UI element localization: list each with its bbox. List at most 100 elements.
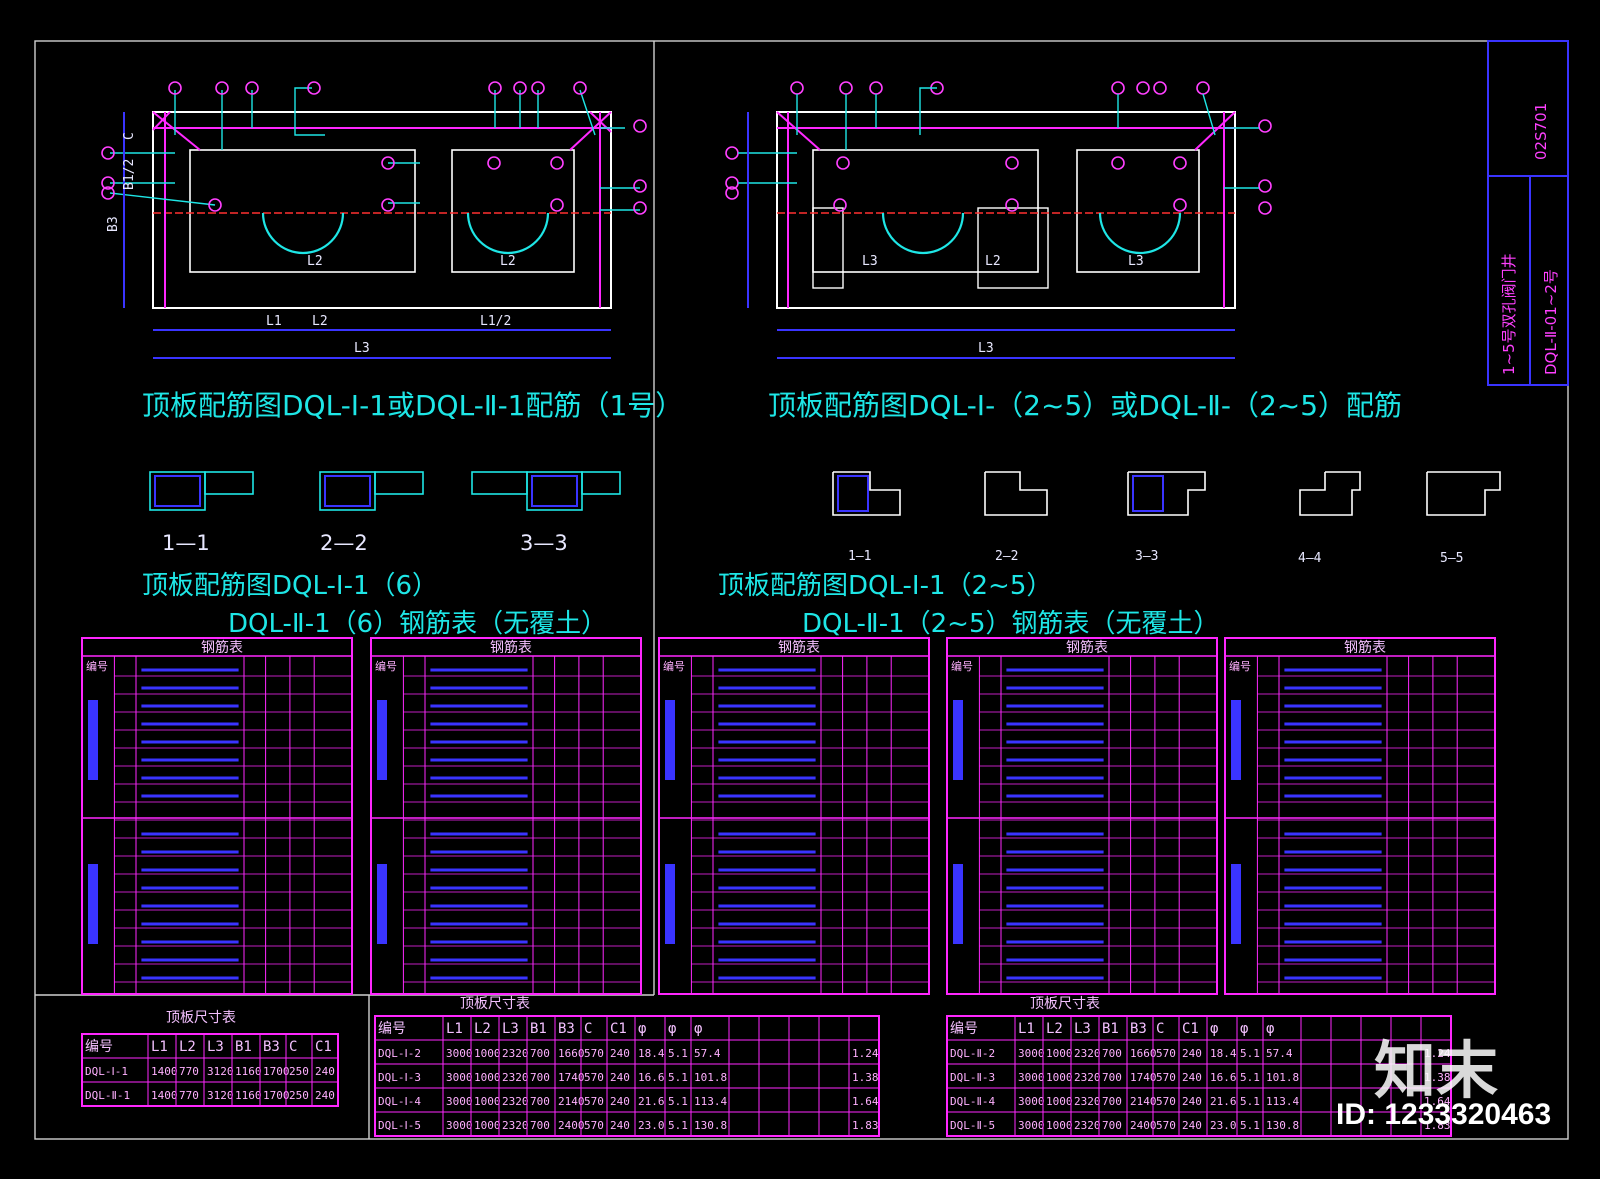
dim-table-cell: 250 [289, 1089, 309, 1102]
dim-table-cell: DQL-Ⅱ-4 [950, 1095, 996, 1108]
dim-table-cell: 1000 [1046, 1071, 1073, 1084]
dim-table-cell: 1160 [235, 1089, 262, 1102]
dim-table-cell: 16.6 [1210, 1071, 1237, 1084]
dim-table-cell: 570 [584, 1119, 604, 1132]
dim-table-header: L3 [502, 1021, 519, 1037]
section-label: 1—1 [162, 531, 210, 555]
dim-table-header: L3 [1074, 1021, 1091, 1037]
dim-table-cell: 240 [610, 1047, 630, 1060]
dim-table-cell: 2320 [502, 1095, 529, 1108]
dim-table-caption: 顶板尺寸表 [1030, 996, 1100, 1012]
dim-table-cell: 700 [530, 1047, 550, 1060]
section-label: 3—3 [520, 531, 568, 555]
dim-table-cell: 3000 [446, 1119, 473, 1132]
dim-table-cell: 570 [584, 1095, 604, 1108]
drawing-name: 1~5号双孔阀门井 [1500, 253, 1518, 375]
dim-table-cell: 700 [1102, 1047, 1122, 1060]
dim-table-cell: 21.6 [638, 1095, 665, 1108]
dim-table-cell: 2320 [1074, 1119, 1101, 1132]
dim-table-cell: 2320 [1074, 1095, 1101, 1108]
dim-table-cell: 570 [1156, 1095, 1176, 1108]
dim-table-header: L1 [151, 1039, 168, 1055]
dim-table-cell: 18.4 [638, 1047, 665, 1060]
plan-title-left: 顶板配筋图DQL-Ⅰ-1或DQL-Ⅱ-1配筋（1号） [142, 389, 683, 422]
dim-table-cell: 3000 [1018, 1047, 1045, 1060]
dim-table-cell: 3000 [1018, 1095, 1045, 1108]
dim-table-header: C1 [610, 1021, 627, 1037]
dim-table-header: L2 [474, 1021, 491, 1037]
dim-table-cell: 3000 [1018, 1071, 1045, 1084]
dim-table-cell: 2320 [502, 1047, 529, 1060]
inner-label: L2 [985, 254, 1001, 269]
dim-table-header: C1 [1182, 1021, 1199, 1037]
dim-table-header: L1 [1018, 1021, 1035, 1037]
dim-table-cell: 130.8 [1266, 1119, 1299, 1132]
dim-table-header: 编号 [378, 1021, 406, 1037]
dim-table-cell: 23.0 [638, 1119, 665, 1132]
rebar-table-col-head: 编号 [86, 659, 108, 673]
dim-table-cell: DQL-Ⅰ-3 [378, 1071, 421, 1084]
dim-table-cell: 240 [1182, 1119, 1202, 1132]
dim-table-cell: 570 [1156, 1119, 1176, 1132]
dim-table-caption: 顶板尺寸表 [460, 996, 530, 1012]
dim-table-cell: 2320 [502, 1071, 529, 1084]
dim-table-cell: 700 [1102, 1095, 1122, 1108]
dim-table-cell: 16.6 [638, 1071, 665, 1084]
dim-table-header: 编号 [950, 1021, 978, 1037]
dim-label-C: C [122, 132, 137, 140]
dim-table-cell: DQL-Ⅱ-5 [950, 1119, 995, 1132]
schedule-title-right-2: DQL-Ⅱ-1（2~5）钢筋表（无覆土） [802, 609, 1220, 639]
dim-table-header: B3 [1130, 1021, 1147, 1037]
dim-table-cell: 5.1 [668, 1071, 688, 1084]
dim-table-cell: 130.8 [694, 1119, 727, 1132]
rebar-table-header: 钢筋表 [201, 639, 243, 656]
dim-table-header: L1 [446, 1021, 463, 1037]
dim-table-cell: 5.1 [1240, 1047, 1260, 1060]
dim-table-cell: 5.1 [1240, 1119, 1260, 1132]
dim-label-L3: L3 [978, 341, 994, 356]
dim-label-L1-2: L1/2 [480, 314, 511, 329]
dim-table-cell: 2320 [1074, 1071, 1101, 1084]
dim-table-header: B3 [263, 1039, 280, 1055]
dim-table-cell: 1000 [474, 1095, 501, 1108]
dim-table-cell: 1000 [1046, 1047, 1073, 1060]
dim-table-cell: 5.1 [1240, 1095, 1260, 1108]
schedule-title-left-2: DQL-Ⅱ-1（6）钢筋表（无覆土） [228, 609, 607, 639]
dim-table-cell: DQL-Ⅰ-1 [85, 1065, 128, 1078]
dim-table-cell: 1000 [1046, 1095, 1073, 1108]
dim-table-cell: DQL-Ⅱ-3 [950, 1071, 995, 1084]
dim-table-cell: 21.6 [1210, 1095, 1237, 1108]
dim-table-cell: 5.1 [1240, 1071, 1260, 1084]
dim-label-B3: B3 [106, 216, 121, 232]
dim-table-cell: 240 [1182, 1047, 1202, 1060]
cad-drawing-canvas: 02S701 1~5号双孔阀门井 DQL-Ⅱ-01~2号 C B1/2 B3 L… [0, 0, 1600, 1179]
dim-table-cell: 3120 [207, 1089, 234, 1102]
rebar-table-col-head: 编号 [951, 659, 973, 673]
dim-table-cell: 18.4 [1210, 1047, 1237, 1060]
dim-table-cell: 5.1 [668, 1119, 688, 1132]
dim-table-header: L2 [179, 1039, 196, 1055]
section-label: 4—4 [1298, 551, 1322, 566]
dim-table-cell: 1400 [151, 1089, 178, 1102]
watermark-brand: 知末 [1374, 1034, 1499, 1107]
dim-table-cell: 700 [1102, 1071, 1122, 1084]
dim-table-cell: 5.1 [668, 1047, 688, 1060]
dim-table-cell: 3120 [207, 1065, 234, 1078]
dim-table-header: φ [694, 1021, 702, 1037]
inner-label: L2 [500, 254, 516, 269]
dim-table-cell: DQL-Ⅰ-2 [378, 1047, 421, 1060]
dim-table-cell: 1.83 [852, 1119, 879, 1132]
dim-table-header: φ [1240, 1021, 1248, 1037]
dim-table-cell: 570 [1156, 1047, 1176, 1060]
section-label: 3—3 [1135, 549, 1158, 564]
dim-table-cell: 1.24 [852, 1047, 879, 1060]
dim-table-cell: 1.64 [852, 1095, 879, 1108]
rebar-table-col-head: 编号 [663, 659, 685, 673]
watermark-id: ID: 1233320463 [1336, 1098, 1552, 1131]
rebar-table-header: 钢筋表 [490, 639, 532, 656]
dim-table-cell: 240 [1182, 1071, 1202, 1084]
dim-table-cell: 1400 [151, 1065, 178, 1078]
inner-label: L2 [307, 254, 323, 269]
sheet-code: DQL-Ⅱ-01~2号 [1542, 269, 1560, 375]
rebar-table-header: 钢筋表 [1344, 639, 1386, 656]
